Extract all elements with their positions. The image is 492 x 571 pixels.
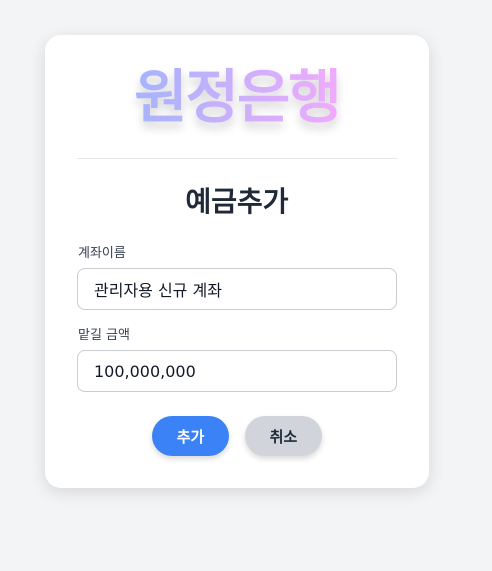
bank-logo-text: 원정은행 — [134, 63, 341, 131]
account-name-input[interactable] — [77, 268, 397, 310]
bank-logo: 원정은행 — [45, 57, 429, 137]
deposit-amount-label: 맡길 금액 — [78, 328, 130, 343]
page-title: 예금추가 — [185, 185, 289, 218]
cancel-button[interactable]: 취소 — [245, 416, 322, 456]
divider — [77, 158, 397, 159]
add-button[interactable]: 추가 — [152, 416, 229, 456]
account-name-label: 계좌이름 — [78, 246, 126, 261]
deposit-amount-input[interactable] — [77, 350, 397, 392]
deposit-form-card: 원정은행 예금추가 계좌이름 맡길 금액 추가 취소 — [45, 35, 429, 488]
bank-name: 원정은행 — [134, 63, 339, 131]
